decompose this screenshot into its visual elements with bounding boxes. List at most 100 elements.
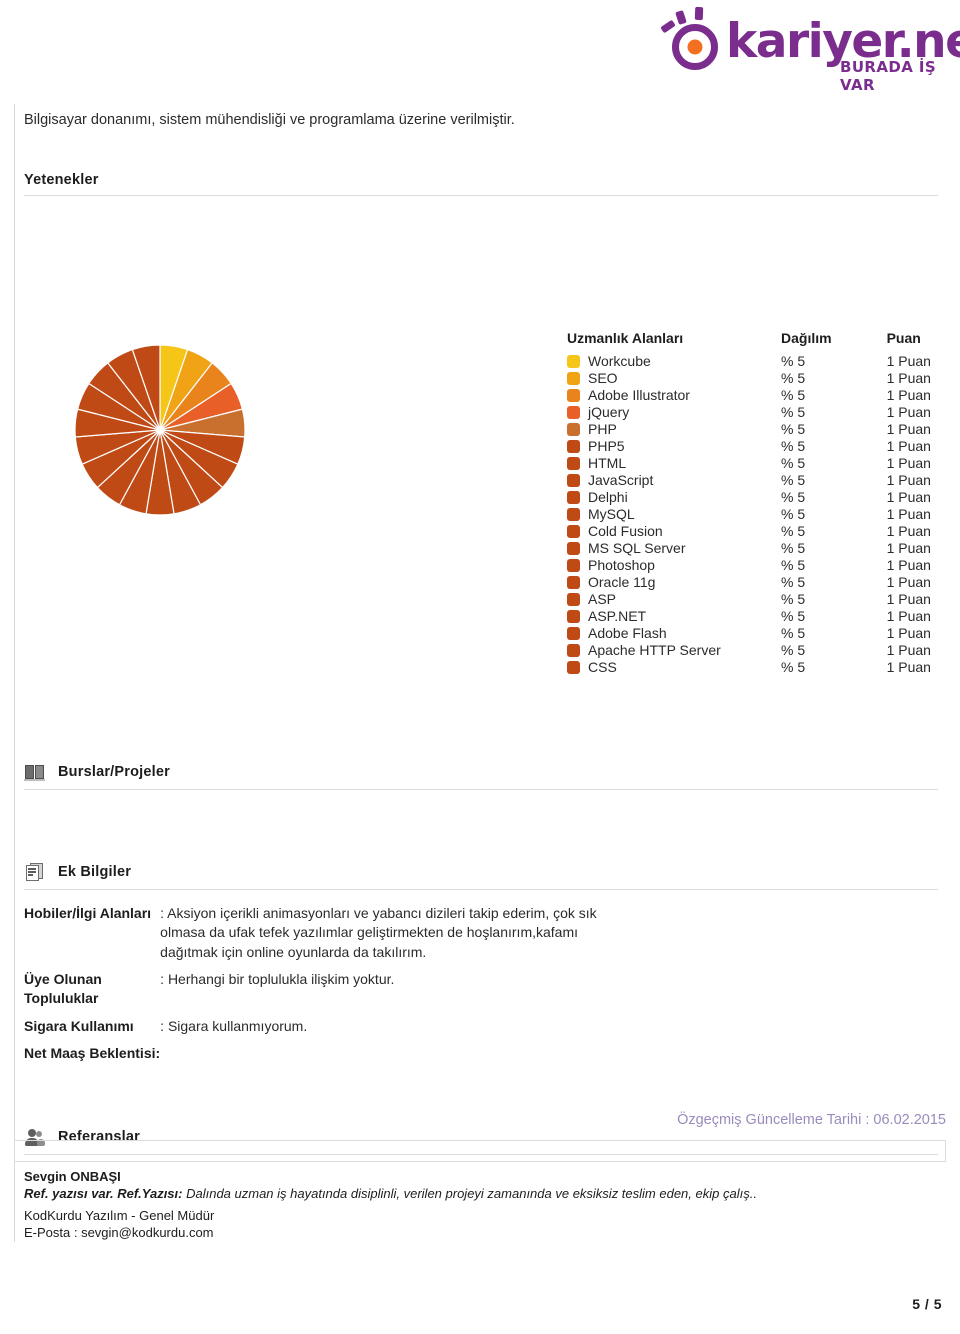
skill-score-cell: 1 Puan xyxy=(886,556,931,573)
section-header-skills: Yetenekler xyxy=(24,172,938,196)
section-header-extra-info: Ek Bilgiler xyxy=(24,862,938,890)
skills-block: Uzmanlık Alanları Dağılım Puan Workcube%… xyxy=(24,212,946,675)
reference-company-title: KodKurdu Yazılım - Genel Müdür xyxy=(24,1208,215,1224)
skill-distribution-cell: % 5 xyxy=(781,641,806,658)
pie-slices xyxy=(74,344,246,516)
reference-entry: Sevgin ONBAŞI Ref. yazısı var. Ref.Yazıs… xyxy=(24,1169,946,1240)
info-row-label: Sigara Kullanımı xyxy=(24,1017,134,1034)
cv-page-body: Bilgisayar donanımı, sistem mühendisliği… xyxy=(14,104,946,1243)
col-header-name: Uzmanlık Alanları xyxy=(567,330,684,346)
skill-name-cell: MySQL xyxy=(567,505,747,522)
table-row: Oracle 11g % 5 1 Puan xyxy=(567,573,931,590)
intro-text: Bilgisayar donanımı, sistem mühendisliği… xyxy=(24,112,515,128)
page-number: 5 / 5 xyxy=(912,1296,942,1312)
table-row: Adobe Flash % 5 1 Puan xyxy=(567,624,931,641)
table-row: MS SQL Server % 5 1 Puan xyxy=(567,539,931,556)
kariyer-net-logo: kariyer.net BURADA İŞ VAR xyxy=(660,6,960,94)
skill-color-swatch-icon xyxy=(567,558,580,572)
extra-info-table: Hobiler/İlgi Alanları: Aksiyon içerikli … xyxy=(24,904,630,1071)
table-row: HTML % 5 1 Puan xyxy=(567,454,931,471)
skill-score-cell: 1 Puan xyxy=(886,522,931,539)
skills-table-body: Workcube% 51 Puan SEO% 51 Puan Adobe Illus… xyxy=(567,352,931,675)
info-row: Net Maaş Beklentisi: xyxy=(24,1044,630,1071)
reference-email: E-Posta : sevgin@kodkurdu.com xyxy=(24,1225,214,1241)
reference-person-name: Sevgin ONBAŞI xyxy=(24,1169,121,1185)
skill-score-cell: 1 Puan xyxy=(886,369,931,386)
skill-score-cell: 1 Puan xyxy=(886,505,931,522)
skill-color-swatch-icon xyxy=(567,660,580,674)
cv-update-date: Özgeçmiş Güncelleme Tarihi : 06.02.2015 xyxy=(677,1112,946,1128)
skill-name-label: Apache HTTP Server xyxy=(588,641,721,658)
skill-name-cell: Photoshop xyxy=(567,556,747,573)
info-row-value: : Sigara kullanmıyorum. xyxy=(160,1017,308,1034)
logo-eye-icon xyxy=(672,24,718,70)
logo-tagline: BURADA İŞ VAR xyxy=(840,58,937,94)
skill-name-label: PHP5 xyxy=(588,437,625,454)
info-row: Sigara Kullanımı : Sigara kullanmıyorum. xyxy=(24,1017,630,1044)
skill-score-cell: 1 Puan xyxy=(886,624,931,641)
skill-distribution-cell: % 5 xyxy=(781,573,806,590)
info-row-label: Hobiler/İlgi Alanları xyxy=(24,905,152,921)
footer-box xyxy=(14,1140,946,1162)
skill-score-cell: 1 Puan xyxy=(886,386,931,403)
skill-distribution-cell: % 5 xyxy=(781,522,806,539)
skill-name-cell: Adobe Flash xyxy=(567,624,747,641)
skill-name-cell: MS SQL Server xyxy=(567,539,747,556)
skill-name-label: Adobe Flash xyxy=(588,624,667,641)
skill-name-cell: PHP5 xyxy=(567,437,747,454)
skill-color-swatch-icon xyxy=(567,626,580,640)
pie-svg xyxy=(74,344,246,516)
info-row: Üye Olunan Topluluklar: Herhangi bir top… xyxy=(24,970,630,1017)
skill-color-swatch-icon xyxy=(567,388,580,402)
skill-score-cell: 1 Puan xyxy=(886,539,931,556)
table-row: Apache HTTP Server % 5 1 Puan xyxy=(567,641,931,658)
skill-name-cell: PHP xyxy=(567,420,747,437)
skill-color-swatch-icon xyxy=(567,422,580,436)
skill-distribution-cell: % 5 xyxy=(781,590,806,607)
skill-score-cell: 1 Puan xyxy=(886,437,931,454)
info-row: Hobiler/İlgi Alanları: Aksiyon içerikli … xyxy=(24,904,630,970)
skill-name-label: ASP.NET xyxy=(588,607,647,624)
documents-icon xyxy=(24,862,46,882)
table-row: Photoshop % 5 1 Puan xyxy=(567,556,931,573)
info-row-value xyxy=(160,1044,630,1071)
skill-score-cell: 1 Puan xyxy=(886,658,931,675)
skill-name-label: Delphi xyxy=(588,488,628,505)
skill-name-cell: JavaScript xyxy=(567,471,747,488)
skill-color-swatch-icon xyxy=(567,439,580,453)
skill-color-swatch-icon xyxy=(567,592,580,606)
table-row: ASP.NET % 5 1 Puan xyxy=(567,607,931,624)
skill-name-label: MySQL xyxy=(588,505,635,522)
skill-name-cell: SEO xyxy=(567,369,747,386)
skill-name-label: HTML xyxy=(588,454,627,471)
skill-color-swatch-icon xyxy=(567,456,580,470)
section-title-scholarships: Burslar/Projeler xyxy=(58,764,170,780)
skill-name-cell: CSS xyxy=(567,658,747,675)
skill-name-cell: Workcube xyxy=(567,352,747,369)
skill-color-swatch-icon xyxy=(567,371,580,385)
col-header-distribution: Dağılım xyxy=(781,330,832,346)
skill-name-cell: Delphi xyxy=(567,488,747,505)
skill-color-swatch-icon xyxy=(567,473,580,487)
skill-color-swatch-icon xyxy=(567,609,580,623)
skill-score-cell: 1 Puan xyxy=(886,641,931,658)
skill-distribution-cell: % 5 xyxy=(781,658,806,675)
skill-name-label: JavaScript xyxy=(588,471,654,488)
skill-score-cell: 1 Puan xyxy=(886,471,931,488)
reference-note: Ref. yazısı var. Ref.Yazısı: Dalında uzm… xyxy=(24,1186,946,1201)
skill-color-swatch-icon xyxy=(567,405,580,419)
skill-distribution-cell: % 5 xyxy=(781,352,806,369)
skill-color-swatch-icon xyxy=(567,507,580,521)
skill-distribution-cell: % 5 xyxy=(781,624,806,641)
table-row: PHP5 % 5 1 Puan xyxy=(567,437,931,454)
skill-score-cell: 1 Puan xyxy=(886,420,931,437)
skills-table: Uzmanlık Alanları Dağılım Puan Workcube%… xyxy=(567,330,931,675)
table-row: Delphi % 5 1 Puan xyxy=(567,488,931,505)
book-icon xyxy=(24,762,46,782)
skill-score-cell: 1 Puan xyxy=(886,573,931,590)
skill-name-label: jQuery xyxy=(588,403,630,420)
skill-distribution-cell: % 5 xyxy=(781,488,806,505)
table-row: MySQL % 5 1 Puan xyxy=(567,505,931,522)
skill-distribution-cell: % 5 xyxy=(781,454,806,471)
skill-name-cell: Cold Fusion xyxy=(567,522,747,539)
